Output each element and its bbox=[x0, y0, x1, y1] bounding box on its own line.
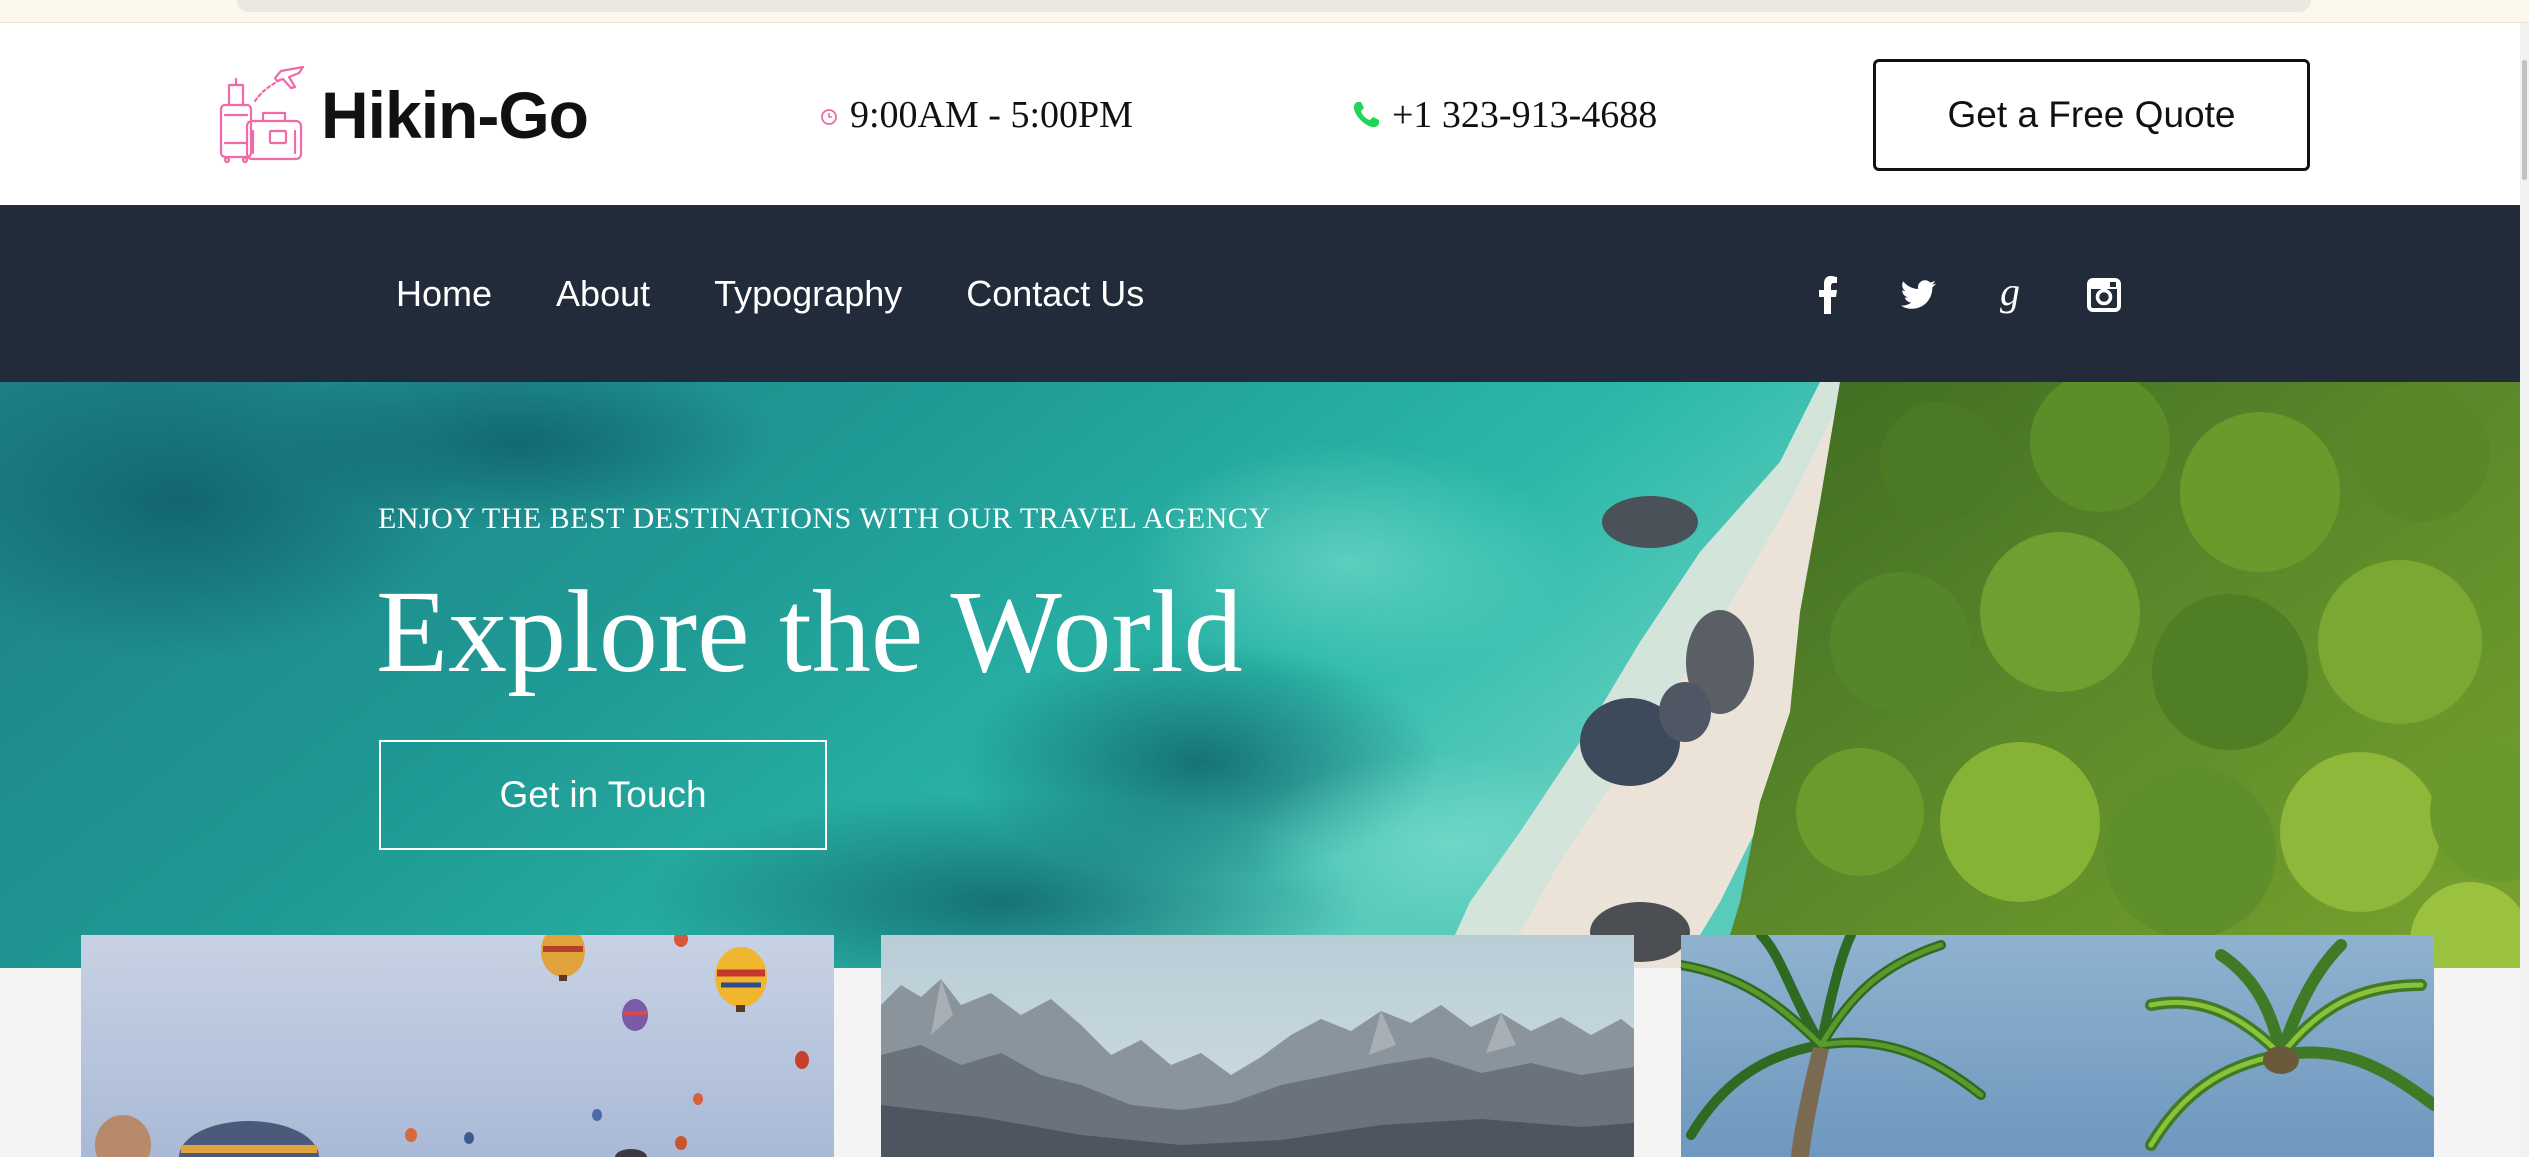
svg-text:g: g bbox=[2000, 275, 2020, 314]
get-quote-button[interactable]: Get a Free Quote bbox=[1873, 59, 2310, 171]
luggage-plane-icon bbox=[219, 65, 305, 164]
phone-text: +1 323-913-4688 bbox=[1392, 94, 1658, 136]
site-logo[interactable]: Hikin-Go bbox=[215, 65, 589, 165]
nav-link-typography[interactable]: Typography bbox=[714, 273, 902, 315]
logo-text: Hikin-Go bbox=[321, 78, 589, 152]
hero-banner: ENJOY THE BEST DESTINATIONS WITH OUR TRA… bbox=[0, 382, 2529, 968]
phone-icon bbox=[1353, 102, 1379, 128]
hero-eyebrow: ENJOY THE BEST DESTINATIONS WITH OUR TRA… bbox=[378, 502, 1271, 535]
instagram-icon[interactable] bbox=[2084, 275, 2124, 315]
google-icon[interactable]: g bbox=[1990, 275, 2030, 315]
get-in-touch-button[interactable]: Get in Touch bbox=[379, 740, 827, 850]
page-scrollbar[interactable] bbox=[2520, 23, 2529, 1157]
site-header: Hikin-Go 9:00AM - 5:00PM +1 323-913-4688… bbox=[0, 23, 2529, 205]
nav-link-about[interactable]: About bbox=[556, 273, 650, 315]
main-nav: Home About Typography Contact Us g bbox=[0, 205, 2529, 382]
opening-hours: 9:00AM - 5:00PM bbox=[820, 93, 1133, 137]
nav-link-contact-us[interactable]: Contact Us bbox=[966, 273, 1144, 315]
browser-top-strip bbox=[0, 0, 2529, 23]
scrollbar-thumb[interactable] bbox=[2522, 60, 2527, 180]
hero-title: Explore the World bbox=[376, 566, 1243, 697]
palm-trees-image bbox=[1681, 935, 2434, 1157]
address-bar-edge bbox=[237, 0, 2311, 12]
hours-text: 9:00AM - 5:00PM bbox=[850, 94, 1133, 136]
page: Hikin-Go 9:00AM - 5:00PM +1 323-913-4688… bbox=[0, 0, 2529, 1157]
hot-air-balloons-image bbox=[81, 935, 834, 1157]
phone-contact[interactable]: +1 323-913-4688 bbox=[1350, 93, 1657, 137]
destination-card[interactable] bbox=[1681, 935, 2434, 1157]
mountain-range-image bbox=[881, 935, 1634, 1157]
clock-icon bbox=[821, 109, 837, 125]
facebook-icon[interactable] bbox=[1808, 275, 1848, 315]
destination-card[interactable] bbox=[881, 935, 1634, 1157]
nav-link-home[interactable]: Home bbox=[396, 273, 492, 315]
twitter-icon[interactable] bbox=[1898, 275, 1938, 315]
destination-card[interactable] bbox=[81, 935, 834, 1157]
nav-links: Home About Typography Contact Us bbox=[396, 205, 1208, 382]
